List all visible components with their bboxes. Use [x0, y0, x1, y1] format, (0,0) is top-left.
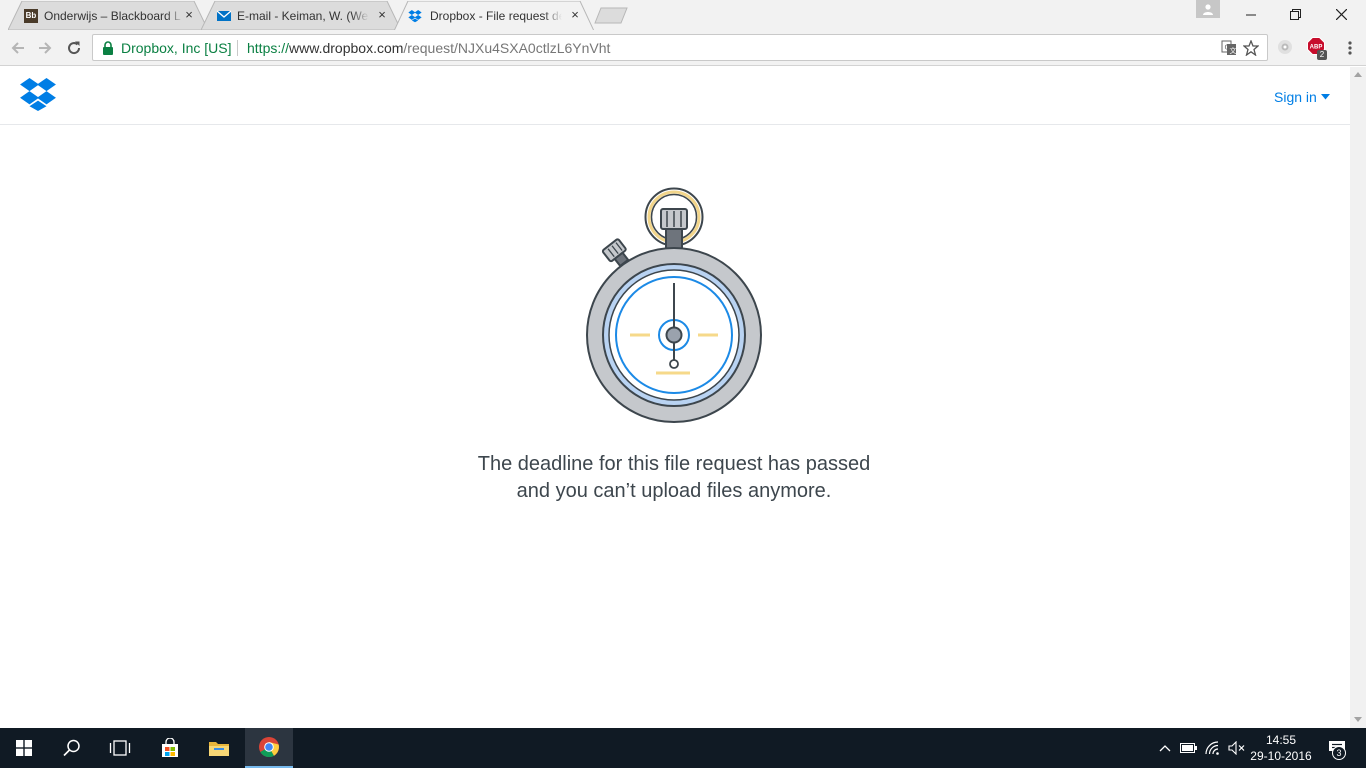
close-icon	[1335, 9, 1347, 20]
blackboard-icon: Bb	[24, 9, 38, 23]
minimize-icon	[1246, 14, 1256, 15]
reload-icon	[68, 41, 81, 55]
tab-close-button[interactable]: ×	[568, 8, 582, 22]
start-button[interactable]	[0, 728, 48, 768]
battery-button[interactable]	[1179, 738, 1199, 758]
chevron-up-icon	[1159, 745, 1171, 752]
arrow-left-icon	[11, 42, 24, 54]
chrome-icon	[259, 737, 279, 758]
tab-title: E-mail - Keiman, W. (Wes	[237, 8, 369, 24]
adblock-badge: 2	[1317, 50, 1327, 60]
sign-in-label: Sign in	[1274, 89, 1317, 105]
url-text[interactable]: https://www.dropbox.com/request/NJXu4SXA…	[247, 40, 610, 56]
notification-count-badge: 3	[1332, 746, 1346, 760]
taskbar-clock[interactable]: 14:55 29-10-2016	[1246, 732, 1316, 764]
lock-icon	[103, 41, 113, 55]
task-view-button[interactable]	[96, 728, 144, 768]
dropbox-icon	[408, 10, 422, 23]
taskbar-store[interactable]	[146, 728, 194, 768]
clock-date: 29-10-2016	[1250, 749, 1312, 763]
address-bar[interactable]: Dropbox, Inc [US] https://www.dropbox.co…	[92, 34, 1268, 61]
tab-strip: Bb Onderwijs – Blackboard L × E-mail - K…	[0, 0, 1366, 30]
translate-icon[interactable]: G 文	[1221, 40, 1237, 56]
site-header: Sign in	[0, 67, 1350, 125]
taskbar-chrome[interactable]	[245, 728, 293, 768]
restore-button[interactable]	[1272, 0, 1318, 29]
battery-icon	[1180, 743, 1197, 753]
volume-muted-icon	[1228, 741, 1245, 755]
search-icon	[63, 739, 80, 757]
tab-title: Dropbox - File request de	[430, 8, 562, 24]
sign-in-button[interactable]: Sign in	[1274, 89, 1330, 105]
arrow-right-icon	[39, 42, 52, 54]
page-scrollbar[interactable]	[1350, 67, 1366, 728]
windows-logo-icon	[16, 740, 32, 756]
chrome-menu-button[interactable]	[1338, 36, 1362, 60]
back-button[interactable]	[6, 36, 30, 60]
more-vert-icon	[1348, 41, 1352, 55]
adblock-plus-button[interactable]: ABP 2	[1307, 37, 1327, 60]
volume-button[interactable]	[1227, 738, 1247, 758]
tab-email[interactable]: E-mail - Keiman, W. (Wes ×	[201, 1, 401, 30]
new-tab-button[interactable]	[594, 7, 628, 24]
search-button[interactable]	[48, 728, 96, 768]
tab-blackboard[interactable]: Bb Onderwijs – Blackboard L ×	[8, 1, 208, 30]
mail-icon	[217, 10, 231, 21]
user-icon	[1203, 4, 1213, 15]
site-identity[interactable]: Dropbox, Inc [US]	[121, 40, 232, 56]
forward-button[interactable]	[33, 36, 57, 60]
taskbar-file-explorer[interactable]	[195, 728, 243, 768]
store-icon	[162, 738, 178, 757]
restore-icon	[1289, 9, 1301, 20]
svg-text:文: 文	[1230, 46, 1237, 55]
minimize-button[interactable]	[1228, 0, 1274, 29]
wifi-icon	[1205, 741, 1219, 755]
star-icon[interactable]	[1243, 40, 1259, 56]
tab-dropbox[interactable]: Dropbox - File request de ×	[394, 1, 594, 30]
tab-close-button[interactable]: ×	[182, 8, 196, 22]
folder-icon	[209, 742, 229, 756]
stopwatch-illustration	[586, 187, 762, 423]
close-window-button[interactable]	[1318, 0, 1364, 29]
show-hidden-icons-button[interactable]	[1155, 738, 1175, 758]
reload-button[interactable]	[62, 36, 86, 60]
extension-icon[interactable]	[1276, 38, 1294, 56]
tab-close-button[interactable]: ×	[375, 8, 389, 22]
scroll-down-icon[interactable]	[1354, 717, 1362, 723]
task-view-icon	[109, 740, 131, 756]
profile-button[interactable]	[1196, 0, 1220, 18]
windows-taskbar: 14:55 29-10-2016 3	[0, 728, 1366, 768]
scroll-up-icon[interactable]	[1354, 71, 1362, 77]
action-center-button[interactable]: 3	[1324, 738, 1350, 760]
caret-down-icon	[1320, 94, 1330, 100]
tab-title: Onderwijs – Blackboard L	[44, 8, 184, 24]
dropbox-logo[interactable]	[19, 77, 57, 111]
deadline-passed-message: The deadline for this file request has p…	[477, 453, 871, 502]
network-button[interactable]	[1203, 738, 1223, 758]
web-page: Sign in The deadline for this file reque…	[0, 67, 1350, 728]
clock-time: 14:55	[1265, 733, 1297, 747]
omnibox-divider	[237, 40, 238, 56]
browser-toolbar: Dropbox, Inc [US] https://www.dropbox.co…	[0, 30, 1366, 66]
